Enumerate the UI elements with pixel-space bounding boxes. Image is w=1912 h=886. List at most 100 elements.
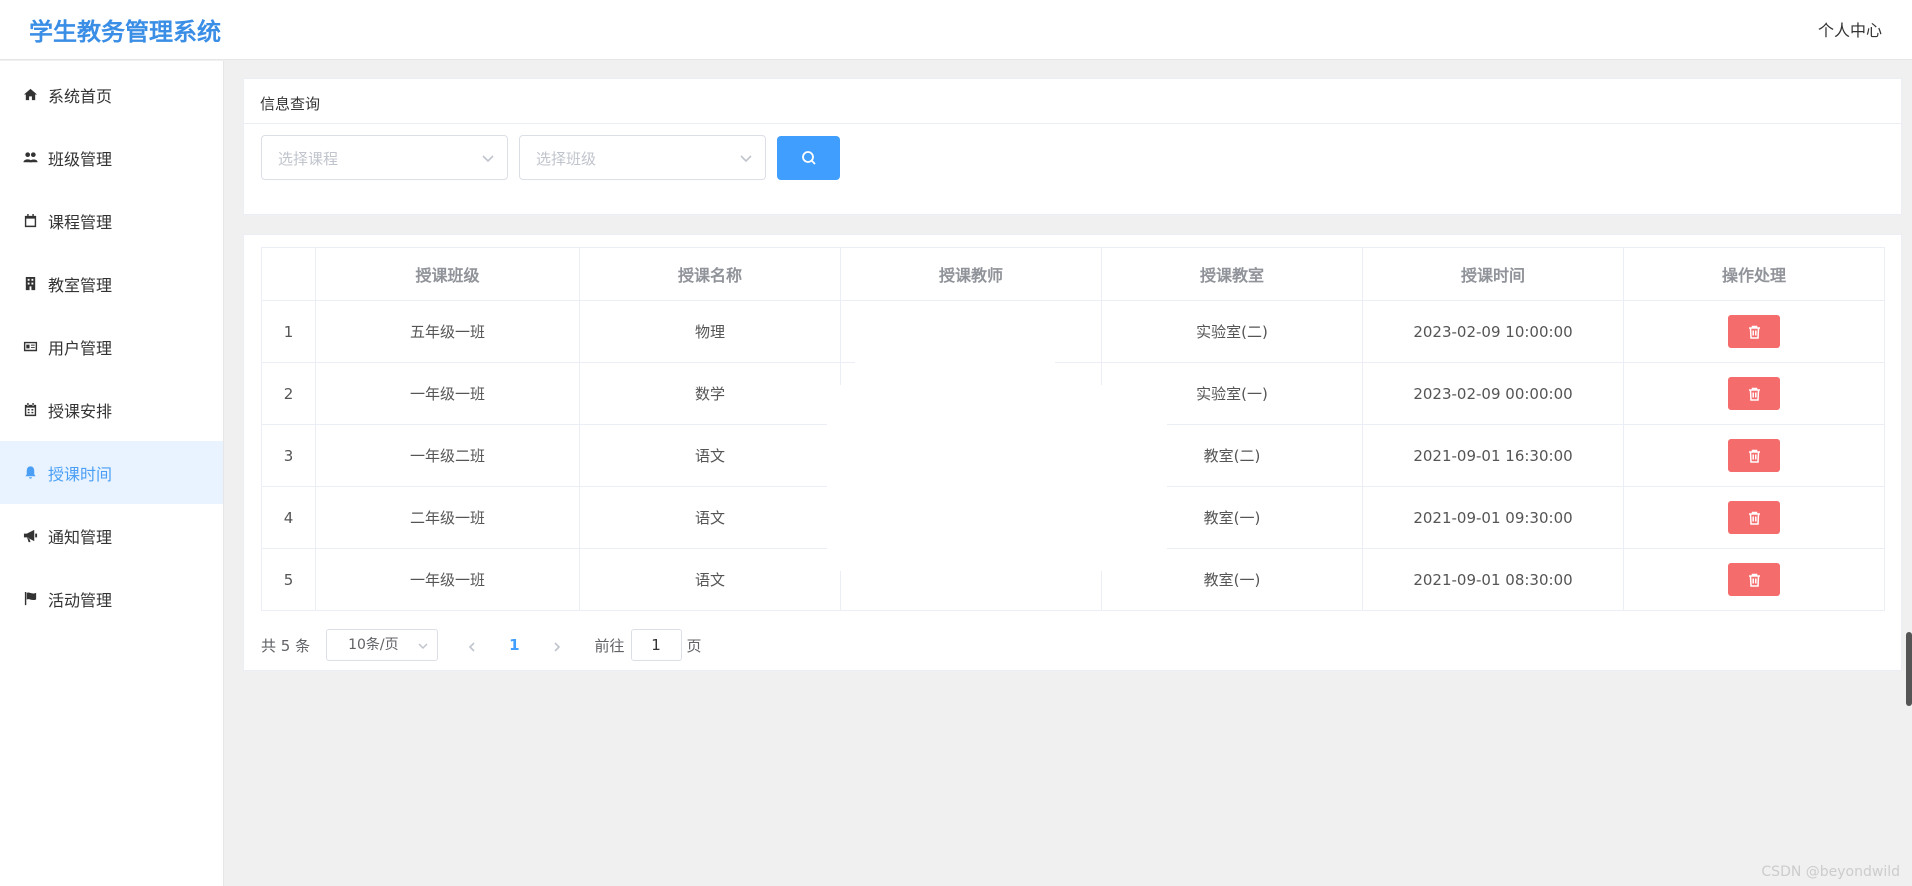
sidebar-item-label: 授课时间 xyxy=(48,464,113,484)
course-select[interactable]: 选择课程 xyxy=(261,135,508,180)
sidebar-item-user[interactable]: 用户管理 xyxy=(0,315,223,378)
cell-class: 一年级一班 xyxy=(315,362,580,425)
sidebar-item-label: 用户管理 xyxy=(48,338,113,358)
cell-index: 5 xyxy=(261,548,316,611)
goto-label: 前往 xyxy=(594,636,625,655)
sidebar-item-course[interactable]: 课程管理 xyxy=(0,189,223,252)
cell-time: 2023-02-09 10:00:00 xyxy=(1362,300,1624,363)
cell-action xyxy=(1623,362,1885,425)
redaction-block xyxy=(827,385,1167,571)
page-size-select[interactable]: 10条/页 xyxy=(326,629,439,661)
query-title: 信息查询 xyxy=(260,95,321,113)
cell-class: 一年级二班 xyxy=(315,424,580,487)
sidebar-item-label: 通知管理 xyxy=(48,527,113,547)
divider xyxy=(244,123,1901,124)
cell-index: 2 xyxy=(261,362,316,425)
next-page-button[interactable] xyxy=(551,639,563,652)
delete-button[interactable] xyxy=(1728,563,1780,596)
cell-action xyxy=(1623,548,1885,611)
sidebar-item-class[interactable]: 班级管理 xyxy=(0,126,223,189)
header-teacher: 授课教师 xyxy=(840,247,1102,301)
cell-action xyxy=(1623,424,1885,487)
sidebar-item-label: 授课安排 xyxy=(48,401,113,421)
cell-course: 语文 xyxy=(579,548,841,611)
header-course: 授课名称 xyxy=(579,247,841,301)
sidebar-item-label: 课程管理 xyxy=(48,212,113,232)
class-select-placeholder: 选择班级 xyxy=(536,150,597,168)
calendar-icon xyxy=(22,213,38,229)
chevron-down-icon xyxy=(739,150,753,164)
cell-class: 二年级一班 xyxy=(315,486,580,549)
cell-index: 4 xyxy=(261,486,316,549)
sidebar-item-label: 活动管理 xyxy=(48,590,113,610)
sidebar-item-label: 班级管理 xyxy=(48,149,113,169)
header-time: 授课时间 xyxy=(1362,247,1624,301)
trash-icon xyxy=(1748,573,1760,587)
page-suffix: 页 xyxy=(686,636,702,655)
sidebar-item-label: 系统首页 xyxy=(48,86,113,106)
app-title: 学生教务管理系统 xyxy=(29,18,221,46)
chevron-down-icon xyxy=(481,150,495,164)
sidebar-item-schedule[interactable]: 授课安排 xyxy=(0,378,223,441)
prev-page-button[interactable] xyxy=(466,639,478,652)
table-panel: 授课班级 授课名称 授课教师 授课教室 授课时间 操作处理 1 五年级一班 物理… xyxy=(243,234,1902,671)
user-center-link[interactable]: 个人中心 xyxy=(1818,17,1882,41)
header-index xyxy=(261,247,316,301)
header-action: 操作处理 xyxy=(1623,247,1885,301)
class-select[interactable]: 选择班级 xyxy=(519,135,766,180)
goto-page-input[interactable]: 1 xyxy=(630,629,682,661)
calendar-grid-icon xyxy=(22,402,38,418)
cell-course: 数学 xyxy=(579,362,841,425)
cell-index: 1 xyxy=(261,300,316,363)
cell-room: 实验室(二) xyxy=(1101,300,1363,363)
sidebar-item-classroom[interactable]: 教室管理 xyxy=(0,252,223,315)
cell-class: 五年级一班 xyxy=(315,300,580,363)
sidebar-item-home[interactable]: 系统首页 xyxy=(0,63,223,126)
users-icon xyxy=(22,150,38,166)
cell-action xyxy=(1623,300,1885,363)
cell-course: 语文 xyxy=(579,486,841,549)
delete-button[interactable] xyxy=(1728,501,1780,534)
cell-class: 一年级一班 xyxy=(315,548,580,611)
search-button[interactable] xyxy=(777,136,840,180)
cell-time: 2023-02-09 00:00:00 xyxy=(1362,362,1624,425)
trash-icon xyxy=(1748,325,1760,339)
search-icon xyxy=(801,151,816,165)
pagination: 共 5 条 10条/页 1 前往 1 页 xyxy=(261,629,702,661)
chevron-left-icon xyxy=(468,642,475,652)
course-select-placeholder: 选择课程 xyxy=(278,150,339,168)
watermark: CSDN @beyondwild xyxy=(1761,864,1900,880)
trash-icon xyxy=(1748,511,1760,525)
chevron-right-icon xyxy=(553,642,560,652)
delete-button[interactable] xyxy=(1728,315,1780,348)
flag-icon xyxy=(22,591,38,607)
table-header-row: 授课班级 授课名称 授课教师 授课教室 授课时间 操作处理 xyxy=(261,247,1885,301)
cell-course: 物理 xyxy=(579,300,841,363)
delete-button[interactable] xyxy=(1728,377,1780,410)
header-room: 授课教室 xyxy=(1101,247,1363,301)
sidebar-item-activity[interactable]: 活动管理 xyxy=(0,567,223,630)
home-icon xyxy=(22,87,38,103)
query-panel: 信息查询 选择课程 选择班级 xyxy=(243,78,1902,215)
scrollbar-handle[interactable] xyxy=(1906,632,1912,706)
bullhorn-icon xyxy=(22,528,38,544)
page-number[interactable]: 1 xyxy=(509,636,519,654)
pagination-total: 共 5 条 xyxy=(261,636,311,655)
sidebar-item-label: 教室管理 xyxy=(48,275,113,295)
cell-time: 2021-09-01 08:30:00 xyxy=(1362,548,1624,611)
trash-icon xyxy=(1748,387,1760,401)
header-class: 授课班级 xyxy=(315,247,580,301)
cell-course: 语文 xyxy=(579,424,841,487)
delete-button[interactable] xyxy=(1728,439,1780,472)
table-row: 1 五年级一班 物理 实验室(二) 2023-02-09 10:00:00 xyxy=(261,300,1885,363)
top-header: 学生教务管理系统 个人中心 xyxy=(0,0,1912,60)
sidebar-item-notice[interactable]: 通知管理 xyxy=(0,504,223,567)
chevron-down-icon xyxy=(418,643,428,650)
sidebar: 系统首页 班级管理 课程管理 教室管理 用户管理 授课安排 授课时间 通知管理 … xyxy=(0,61,224,886)
cell-index: 3 xyxy=(261,424,316,487)
cell-time: 2021-09-01 16:30:00 xyxy=(1362,424,1624,487)
sidebar-item-teaching-time[interactable]: 授课时间 xyxy=(0,441,223,504)
cell-time: 2021-09-01 09:30:00 xyxy=(1362,486,1624,549)
trash-icon xyxy=(1748,449,1760,463)
id-card-icon xyxy=(22,339,38,355)
